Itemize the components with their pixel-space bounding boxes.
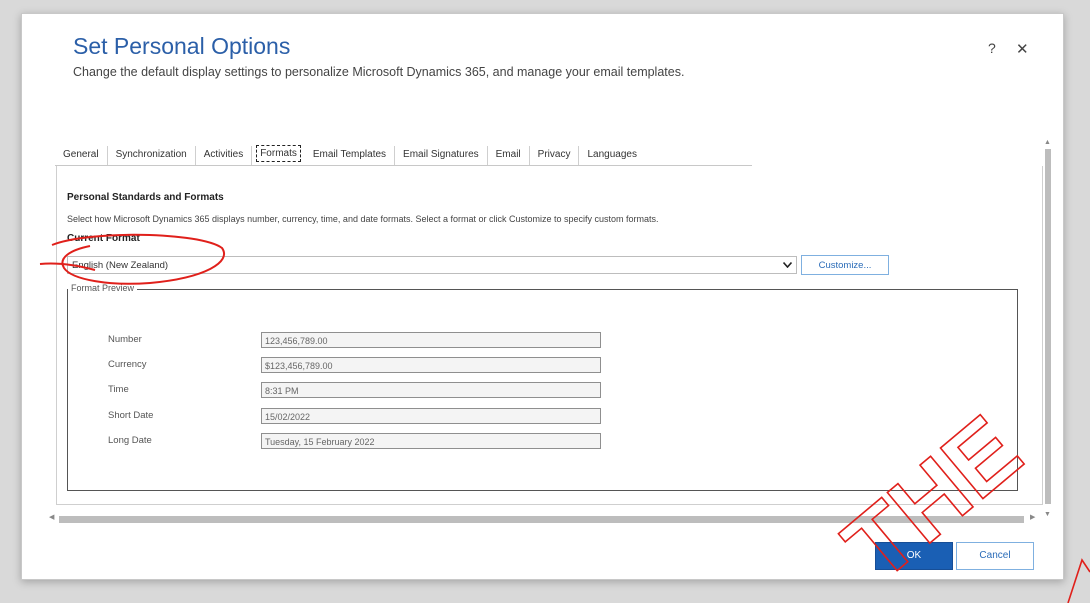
tab-activities[interactable]: Activities: [196, 146, 253, 165]
scroll-up-icon[interactable]: ▲: [1044, 139, 1051, 146]
chevron-down-icon[interactable]: [782, 257, 793, 275]
tab-languages[interactable]: Languages: [579, 146, 645, 165]
tab-email-templates[interactable]: Email Templates: [305, 146, 396, 165]
preview-field-number: 123,456,789.00: [261, 332, 601, 348]
tab-email[interactable]: Email: [488, 146, 530, 165]
close-icon[interactable]: ✕: [1016, 40, 1029, 58]
help-icon[interactable]: ?: [988, 40, 996, 56]
preview-label-short-date: Short Date: [108, 410, 154, 421]
preview-label-number: Number: [108, 334, 142, 345]
preview-label-currency: Currency: [108, 359, 147, 370]
dialog-title: Set Personal Options: [73, 33, 291, 59]
current-format-select[interactable]: English (New Zealand): [67, 256, 797, 274]
vertical-scroll-thumb[interactable]: [1045, 149, 1051, 504]
section-title: Personal Standards and Formats: [67, 192, 224, 203]
horizontal-scrollbar[interactable]: ◀ ▶: [49, 513, 1039, 524]
tab-general[interactable]: General: [55, 146, 108, 165]
preview-label-long-date: Long Date: [108, 435, 152, 446]
tab-email-signatures[interactable]: Email Signatures: [395, 146, 488, 165]
tab-formats[interactable]: Formats: [256, 145, 301, 162]
tab-synchronization[interactable]: Synchronization: [108, 146, 196, 165]
preview-field-long-date: Tuesday, 15 February 2022: [261, 433, 601, 449]
current-format-value: English (New Zealand): [72, 260, 169, 271]
scroll-down-icon[interactable]: ▼: [1044, 511, 1051, 518]
vertical-scrollbar[interactable]: ▲ ▼: [1042, 139, 1053, 519]
preview-label-time: Time: [108, 384, 129, 395]
watermark-partial-letter: [1067, 558, 1090, 603]
dialog-subtitle: Change the default display settings to p…: [73, 65, 685, 79]
preview-field-time: 8:31 PM: [261, 382, 601, 398]
options-tab-bar: General Synchronization Activities Forma…: [55, 142, 752, 166]
customize-button[interactable]: Customize...: [801, 255, 889, 275]
horizontal-scroll-thumb[interactable]: [59, 516, 1024, 523]
format-preview-group: Format Preview Number 123,456,789.00 Cur…: [67, 283, 1018, 491]
scroll-right-icon[interactable]: ▶: [1030, 513, 1035, 521]
format-preview-legend: Format Preview: [68, 283, 138, 293]
section-description: Select how Microsoft Dynamics 365 displa…: [67, 214, 659, 224]
formats-panel: Personal Standards and Formats Select ho…: [56, 166, 1043, 505]
tab-privacy[interactable]: Privacy: [530, 146, 580, 165]
ok-button[interactable]: OK: [875, 542, 953, 570]
cancel-button[interactable]: Cancel: [956, 542, 1034, 570]
personal-options-dialog: Set Personal Options Change the default …: [21, 13, 1064, 580]
current-format-label: Current Format: [67, 233, 140, 244]
scroll-left-icon[interactable]: ◀: [49, 513, 54, 521]
preview-field-short-date: 15/02/2022: [261, 408, 601, 424]
preview-field-currency: $123,456,789.00: [261, 357, 601, 373]
